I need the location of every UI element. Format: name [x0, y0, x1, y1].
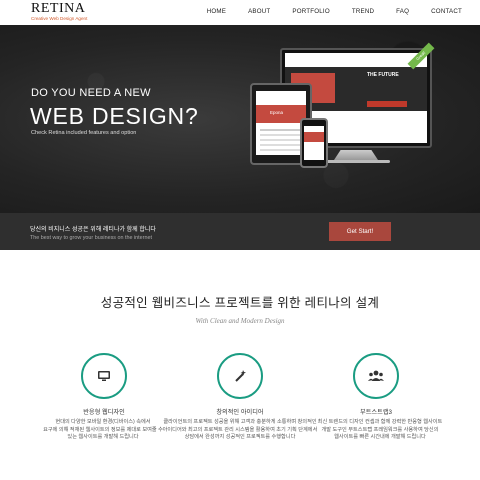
feature-icon-circle — [353, 353, 399, 399]
nav-about[interactable]: ABOUT — [248, 8, 270, 15]
description-line: 웹사이트를 빠른 시간내에 개발해 드립니다 — [334, 434, 426, 440]
feature-responsive: 반응형 웹디자인 — [44, 353, 164, 416]
feature-icon-circle — [217, 353, 263, 399]
nav-home[interactable]: HOME — [207, 8, 226, 15]
phone-screen-banner — [304, 132, 324, 142]
logo-title: RETINA — [31, 1, 86, 16]
section-subtitle: With Clean and Modern Design — [195, 317, 285, 325]
logo[interactable]: RETINA Creative Web Design Agent — [31, 1, 88, 22]
phone-screen — [304, 126, 324, 160]
monitor-screen-button — [367, 101, 407, 107]
tablet-screen: Epona — [256, 91, 306, 155]
description-line: 개발 도구인 부트스트랩 프레임워크를 사용하여 당신의 — [321, 426, 439, 433]
tablet-screen-lines — [260, 129, 302, 131]
nav-trend[interactable]: TREND — [352, 8, 374, 15]
hero-heading-line1: DO YOU NEED A NEW — [31, 87, 151, 99]
nav-portfolio[interactable]: PORTFOLIO — [292, 8, 329, 15]
nav-contact[interactable]: CONTACT — [431, 8, 462, 15]
hero-heading-line2: WEB DESIGN? — [30, 103, 199, 129]
feature-bootstrap: 부트스트랩3 — [316, 353, 436, 416]
phone-mockup — [300, 118, 328, 168]
monitor-icon — [98, 371, 110, 381]
nav-faq[interactable]: FAQ — [396, 8, 409, 15]
monitor-screen-heading: THE FUTURE — [367, 72, 399, 78]
hero-subtitle: Check Retina included features and optio… — [31, 130, 137, 136]
feature-icon-circle — [81, 353, 127, 399]
feature-title: 부트스트랩3 — [360, 409, 392, 416]
feature-title: 반응형 웹디자인 — [83, 409, 125, 416]
logo-subtitle: Creative Web Design Agent — [31, 16, 88, 21]
site-header: RETINA Creative Web Design Agent HOME AB… — [0, 0, 480, 25]
description-line: 최신 트렌드의 디자인 컨셉과 함께 강력한 반응형 웹사이트 — [317, 419, 443, 425]
tablet-screen-brand: Epona — [270, 110, 284, 115]
cta-bar: 당신의 비지니스 성공은 위해 레티나가 함께 합니다 The best way… — [0, 213, 480, 250]
magic-wand-icon — [235, 370, 246, 382]
get-start-button[interactable]: Get Start! — [329, 222, 391, 241]
cta-korean-text: 당신의 비지니스 성공은 위해 레티나가 함께 합니다 — [30, 227, 156, 233]
cta-english-text: The best way to grow your business on th… — [30, 235, 152, 241]
feature-description-bootstrap: 최신 트렌드의 디자인 컨셉과 함께 강력한 반응형 웹사이트 개발 도구인 부… — [300, 419, 460, 442]
main-nav: HOME ABOUT PORTFOLIO TREND FAQ CONTACT — [185, 8, 462, 15]
monitor-stand — [334, 150, 378, 160]
section-title: 성공적인 웹비즈니스 프로젝트를 위한 레티나의 설계 — [100, 296, 380, 310]
users-icon — [368, 370, 384, 381]
monitor-base — [322, 160, 390, 163]
feature-creative: 창의적인 아이디어 — [180, 353, 300, 416]
feature-title: 창의적인 아이디어 — [216, 409, 264, 416]
